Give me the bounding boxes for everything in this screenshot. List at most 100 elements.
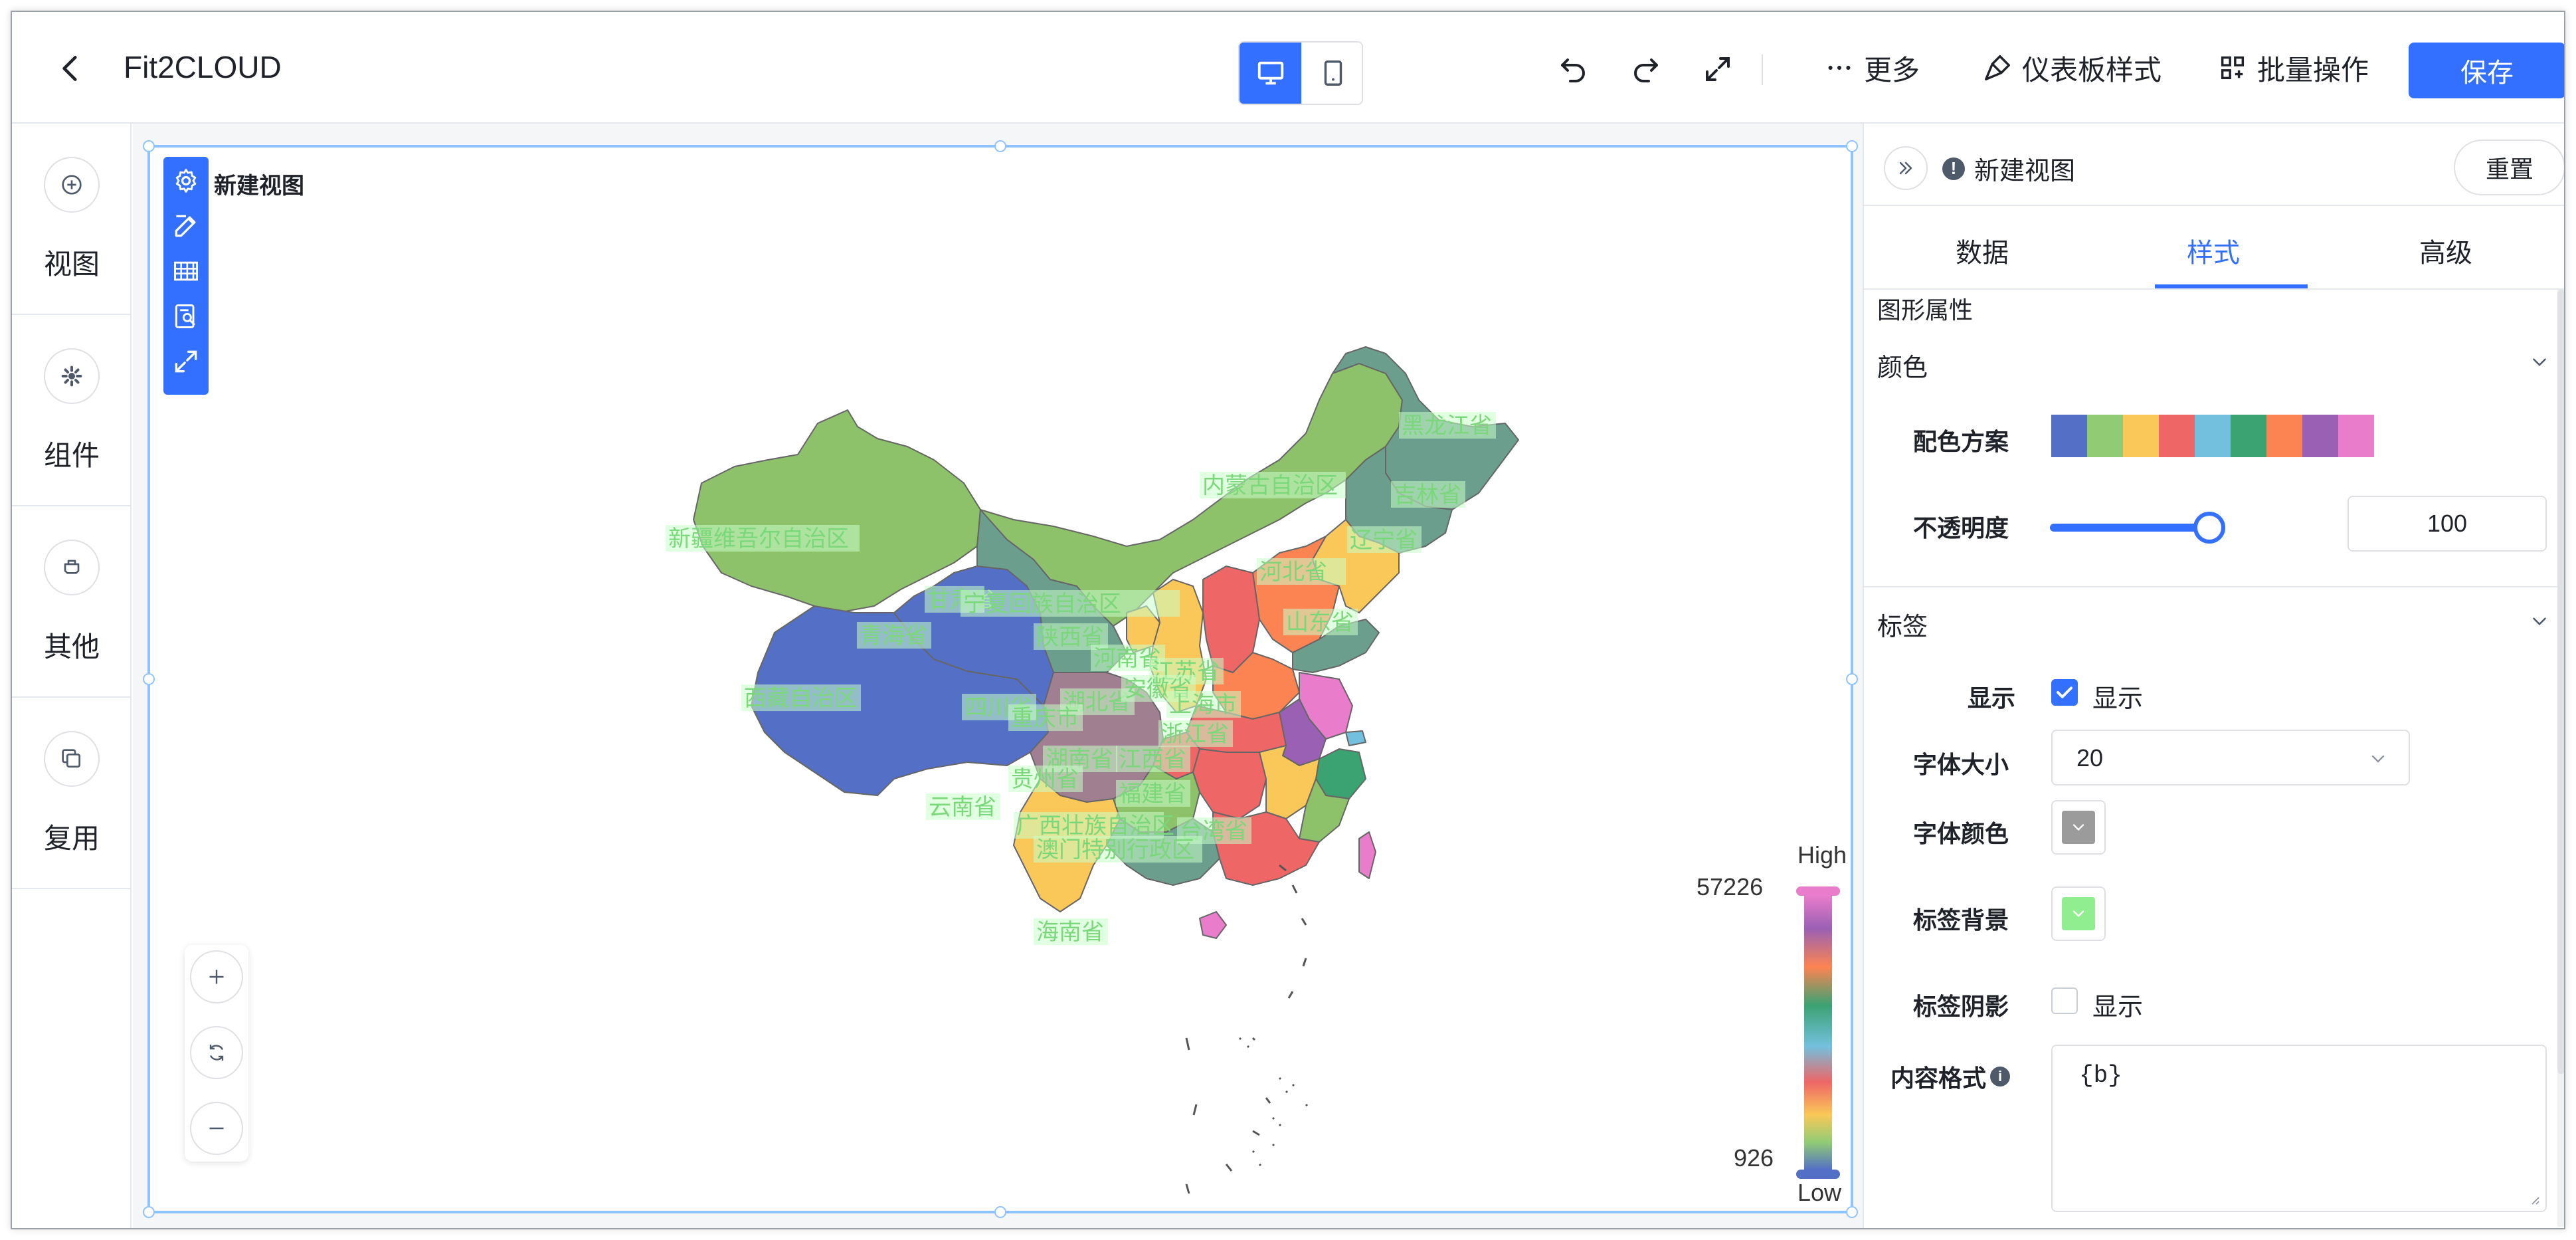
resize-handle[interactable] xyxy=(143,673,155,685)
svg-text:重庆市: 重庆市 xyxy=(1011,706,1079,731)
refresh-icon xyxy=(209,1045,224,1061)
resize-handle[interactable] xyxy=(143,1206,155,1218)
svg-text:河北省: 河北省 xyxy=(1259,560,1327,585)
zoom-in-button[interactable] xyxy=(190,950,243,1003)
region-taiwan[interactable] xyxy=(1358,831,1376,879)
region-hainan[interactable] xyxy=(1199,911,1227,939)
label-shadow-text[interactable]: 显示 xyxy=(2092,986,2143,1023)
content-format-input[interactable]: {b} xyxy=(2051,1045,2547,1212)
fullscreen-icon[interactable] xyxy=(1702,53,1734,85)
toolbar-divider xyxy=(1762,54,1763,85)
undo-icon[interactable] xyxy=(1557,53,1589,85)
redo-icon[interactable] xyxy=(1630,53,1662,85)
more-button[interactable]: 更多 xyxy=(1824,47,1920,89)
panel-tabs: 数据 样式 高级 xyxy=(1864,206,2564,290)
edit-icon[interactable] xyxy=(171,211,201,241)
svg-text:青海省: 青海省 xyxy=(860,623,927,649)
color-scheme-label: 配色方案 xyxy=(1913,428,2009,455)
batch-operation-label: 批量操作 xyxy=(2257,54,2369,86)
svg-text:黑龙江省: 黑龙江省 xyxy=(1402,413,1492,439)
dashboard-style-button[interactable]: 仪表板样式 xyxy=(1982,47,2162,89)
color-scheme-picker[interactable] xyxy=(2051,415,2374,457)
resize-handle[interactable] xyxy=(1846,673,1858,685)
svg-text:宁夏回族自治区: 宁夏回族自治区 xyxy=(963,591,1121,617)
color-section-title[interactable]: 颜色 xyxy=(1877,347,1928,383)
label-shadow-checkbox[interactable] xyxy=(2051,987,2078,1014)
region-hunan[interactable] xyxy=(1192,748,1267,819)
zoom-reset-button[interactable] xyxy=(190,1026,243,1079)
app-window: Fit2CLOUD 更多 仪表板样式 批量操作 保存 视图 组件 其他 复用 黑… xyxy=(11,11,2565,1229)
gear-icon xyxy=(44,348,100,404)
info-icon[interactable]: i xyxy=(1990,1067,2011,1086)
region-xinjiang[interactable] xyxy=(693,409,981,613)
pc-view-button[interactable] xyxy=(1240,43,1301,104)
plus-circle-icon xyxy=(44,157,100,213)
show-label-text[interactable]: 显示 xyxy=(2092,678,2143,714)
opacity-input[interactable]: 100 xyxy=(2347,496,2547,552)
component-edit-toolbar xyxy=(163,157,209,395)
resize-handle[interactable] xyxy=(1846,1206,1858,1218)
zoom-out-button[interactable] xyxy=(190,1102,243,1155)
tag-icon xyxy=(44,540,100,595)
map-chart-component[interactable]: 黑龙江省 内蒙古自治区 吉林省 辽宁省 新疆维吾尔自治区 河北省 甘肃省 宁夏回… xyxy=(143,140,1858,1218)
brush-icon xyxy=(1985,55,2010,80)
collapse-panel-button[interactable] xyxy=(1884,146,1928,190)
svg-text:辽宁省: 辽宁省 xyxy=(1350,528,1418,553)
region-shanghai[interactable] xyxy=(1345,730,1366,746)
chevron-down-icon[interactable] xyxy=(2528,351,2551,373)
label-section-title[interactable]: 标签 xyxy=(1877,606,1928,643)
opacity-slider-handle[interactable] xyxy=(2193,512,2225,544)
svg-text:山东省: 山东省 xyxy=(1286,610,1354,635)
scheme-swatch xyxy=(2159,415,2195,457)
chevron-down-icon xyxy=(2072,824,2084,831)
south-china-sea-islands xyxy=(1185,864,1309,1194)
component-sidebar: 视图 组件 其他 复用 xyxy=(12,124,132,1228)
resize-handle[interactable] xyxy=(1846,140,1858,152)
legend-high-label: High xyxy=(1797,841,1847,869)
ellipsis-icon xyxy=(1828,65,1851,70)
scrollbar-thumb[interactable] xyxy=(2557,290,2564,1074)
save-button[interactable]: 保存 xyxy=(2409,43,2564,98)
back-arrow-icon[interactable] xyxy=(54,52,88,85)
query-detail-icon[interactable] xyxy=(171,302,201,331)
content-format-label: 内容格式 xyxy=(1890,1065,1987,1092)
tab-style[interactable]: 样式 xyxy=(2187,231,2240,270)
resize-handle[interactable] xyxy=(994,140,1006,152)
chevron-down-icon[interactable] xyxy=(2528,610,2551,633)
resize-handle[interactable] xyxy=(143,140,155,152)
settings-icon[interactable] xyxy=(171,166,201,195)
font-color-picker[interactable] xyxy=(2051,800,2106,855)
svg-text:吉林省: 吉林省 xyxy=(1394,482,1461,508)
svg-text:澳门特别行政区: 澳门特别行政区 xyxy=(1036,837,1194,863)
show-label-checkbox[interactable] xyxy=(2051,679,2078,706)
sidebar-item-label: 视图 xyxy=(43,249,100,280)
data-grid-icon[interactable] xyxy=(171,257,201,286)
map-label-zhejiang: 浙江省 xyxy=(1158,720,1233,747)
tab-advanced[interactable]: 高级 xyxy=(2419,231,2472,270)
page-title: Fit2CLOUD xyxy=(124,50,282,84)
expand-icon[interactable] xyxy=(171,347,201,376)
dashboard-canvas: 黑龙江省 内蒙古自治区 吉林省 辽宁省 新疆维吾尔自治区 河北省 甘肃省 宁夏回… xyxy=(133,124,1863,1228)
map-label-jilin: 吉林省 xyxy=(1391,481,1465,508)
mobile-view-button[interactable] xyxy=(1302,43,1362,104)
svg-text:上海市: 上海市 xyxy=(1169,692,1237,718)
resize-handle[interactable] xyxy=(994,1206,1006,1218)
sidebar-item-view[interactable]: 视图 xyxy=(12,124,132,315)
reset-button[interactable]: 重置 xyxy=(2454,140,2564,195)
font-size-select[interactable]: 20 xyxy=(2051,730,2410,785)
property-panel: ! 新建视图 重置 数据 样式 高级 图形属性 颜色 配色方案 不透明度 100… xyxy=(1863,124,2564,1228)
map-label-heilongjiang: 黑龙江省 xyxy=(1399,412,1496,439)
sidebar-item-reuse[interactable]: 复用 xyxy=(12,698,132,889)
panel-scrollbar[interactable] xyxy=(2557,290,2564,1227)
tab-data[interactable]: 数据 xyxy=(1956,231,2009,270)
svg-text:内蒙古自治区: 内蒙古自治区 xyxy=(1202,473,1338,498)
resize-grip-icon[interactable] xyxy=(2526,1191,2541,1207)
sidebar-item-component[interactable]: 组件 xyxy=(12,315,132,506)
visual-map-gradient[interactable] xyxy=(1796,886,1840,1179)
map-label-guizhou: 贵州省 xyxy=(1008,766,1083,792)
label-bg-color-picker[interactable] xyxy=(2051,886,2106,941)
sidebar-item-other[interactable]: 其他 xyxy=(12,506,132,698)
svg-text:贵州省: 贵州省 xyxy=(1011,767,1079,792)
opacity-slider-track[interactable] xyxy=(2050,524,2209,532)
batch-operation-button[interactable]: 批量操作 xyxy=(2217,47,2369,89)
